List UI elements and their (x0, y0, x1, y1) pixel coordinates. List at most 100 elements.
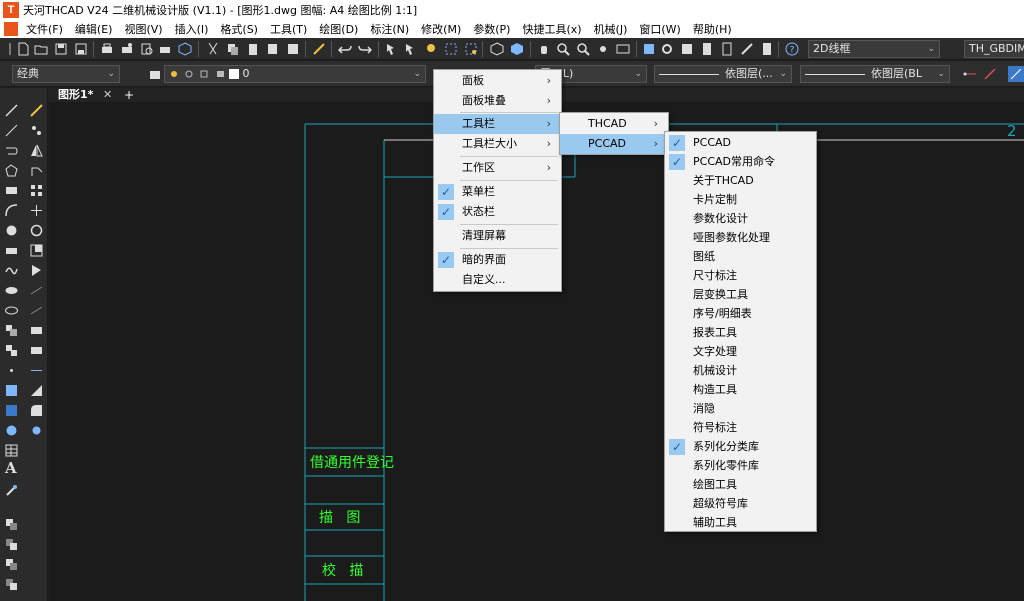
construction-line-icon[interactable] (5, 124, 18, 137)
dim-line-icon[interactable] (963, 67, 977, 81)
3d-print-icon[interactable] (178, 42, 192, 56)
pccad-item-common-commands[interactable]: ✓ PCCAD常用命令 (665, 152, 816, 172)
tab-drawing1[interactable]: 图形1* (58, 88, 93, 102)
point-icon[interactable] (5, 364, 18, 377)
menu-tools[interactable]: 工具(T) (264, 21, 313, 37)
zoom-window-icon[interactable] (576, 42, 590, 56)
menu-item-statusbar[interactable]: ✓ 状态栏 (434, 202, 561, 222)
pccad-item-dumb-parametric[interactable]: 哑图参数化处理 (665, 228, 816, 248)
pccad-item-card-custom[interactable]: 卡片定制 (665, 190, 816, 210)
arc-icon[interactable] (5, 204, 18, 217)
pccad-item-report-tools[interactable]: 报表工具 (665, 323, 816, 343)
mirror-icon[interactable] (30, 144, 43, 157)
menu-item-panel-stacking[interactable]: 面板堆叠 › (434, 91, 561, 111)
menu-item-workspace[interactable]: 工作区 › (434, 158, 561, 178)
close-tab-icon[interactable]: ✕ (103, 88, 112, 102)
make-block-icon[interactable] (5, 344, 18, 357)
paste-icon[interactable] (246, 42, 260, 56)
menu-item-dark-theme[interactable]: ✓ 暗的界面 (434, 250, 561, 270)
properties-icon[interactable] (642, 42, 656, 56)
revision-cloud-icon[interactable] (5, 244, 18, 257)
send-back-icon[interactable] (5, 558, 18, 571)
pccad-item-pccad[interactable]: ✓ PCCAD (665, 133, 816, 153)
rotate-icon[interactable] (30, 224, 43, 237)
pccad-item-drawing[interactable]: 图纸 (665, 247, 816, 267)
rectangle-icon[interactable] (5, 184, 18, 197)
offset-icon[interactable] (30, 164, 43, 177)
linetype-combo[interactable]: 依图层(... ⌄ (654, 65, 792, 83)
menu-item-menubar[interactable]: ✓ 菜单栏 (434, 182, 561, 202)
open-folder-icon[interactable] (34, 42, 48, 56)
plot-icon[interactable] (120, 42, 134, 56)
named-views-icon[interactable] (616, 42, 630, 56)
diagonal-line-icon[interactable] (983, 67, 997, 81)
chamfer-icon[interactable] (30, 384, 43, 397)
pccad-item-super-symbols[interactable]: 超级符号库 (665, 494, 816, 514)
copy-with-base-icon[interactable] (266, 42, 280, 56)
print-preview-icon[interactable] (140, 42, 154, 56)
hatch-icon[interactable] (5, 384, 18, 397)
tool-palette-icon[interactable] (700, 42, 714, 56)
pccad-item-aux-tools[interactable]: 辅助工具 (665, 513, 816, 533)
explode-icon[interactable] (30, 424, 43, 437)
calculator-icon[interactable] (760, 42, 774, 56)
workspace-combo[interactable]: 经典 ⌄ (12, 65, 120, 83)
sheet-set-icon[interactable] (720, 42, 734, 56)
ellipse-arc-icon[interactable] (5, 304, 18, 317)
polygon-icon[interactable] (5, 164, 18, 177)
eyedropper-icon[interactable] (5, 484, 18, 497)
table-icon[interactable] (5, 444, 18, 457)
select-icon[interactable] (385, 42, 399, 56)
menu-modify[interactable]: 修改(M) (415, 21, 467, 37)
menu-draw[interactable]: 绘图(D) (313, 21, 364, 37)
3d-view-icon[interactable] (510, 42, 524, 56)
save-as-icon[interactable] (74, 42, 88, 56)
bring-front-icon[interactable] (5, 538, 18, 551)
menu-file[interactable]: 文件(F) (20, 21, 69, 37)
gear-icon[interactable] (660, 42, 674, 56)
layer-manager-icon[interactable] (148, 67, 162, 81)
region-icon[interactable] (5, 424, 18, 437)
text-tool-icon[interactable]: A (5, 460, 21, 476)
pccad-item-about[interactable]: 关于THCAD (665, 171, 816, 191)
zoom-realtime-icon[interactable] (556, 42, 570, 56)
pan-hand-icon[interactable] (537, 42, 551, 56)
pccad-item-layer-tools[interactable]: 层变换工具 (665, 285, 816, 305)
break-at-point-icon[interactable] (30, 364, 43, 377)
pccad-item-text[interactable]: 文字处理 (665, 342, 816, 362)
line-icon[interactable] (5, 104, 18, 117)
markup-icon[interactable] (740, 42, 754, 56)
insert-block-icon[interactable] (5, 324, 18, 337)
paste-block-icon[interactable] (286, 42, 300, 56)
trim-icon[interactable] (30, 284, 43, 297)
array-icon[interactable] (30, 184, 43, 197)
spline-icon[interactable] (5, 264, 18, 277)
help-icon[interactable]: ? (785, 42, 799, 56)
menu-help[interactable]: 帮助(H) (687, 21, 738, 37)
scale-icon[interactable] (30, 244, 43, 257)
menu-item-thcad[interactable]: THCAD › (560, 114, 668, 134)
snap-grid-icon[interactable] (444, 42, 458, 56)
menu-format[interactable]: 格式(S) (214, 21, 264, 37)
menu-item-panels[interactable]: 面板 › (434, 71, 561, 91)
menu-item-toolbar-size[interactable]: 工具栏大小 › (434, 134, 561, 154)
pccad-item-symbols[interactable]: 符号标注 (665, 418, 816, 438)
pccad-item-mech-design[interactable]: 机械设计 (665, 361, 816, 381)
pccad-item-bom[interactable]: 序号/明细表 (665, 304, 816, 324)
menu-item-customize[interactable]: 自定义... (434, 270, 561, 290)
save-icon[interactable] (54, 42, 68, 56)
stretch-icon[interactable] (30, 264, 43, 277)
pccad-item-series-parts[interactable]: 系列化零件库 (665, 456, 816, 476)
polyline-icon[interactable] (5, 144, 18, 157)
menu-view[interactable]: 视图(V) (118, 21, 168, 37)
menu-insert[interactable]: 插入(I) (169, 21, 215, 37)
design-center-icon[interactable] (680, 42, 694, 56)
brush-icon[interactable] (30, 104, 43, 117)
extend-icon[interactable] (30, 304, 43, 317)
pccad-item-dimension[interactable]: 尺寸标注 (665, 266, 816, 286)
break-icon[interactable] (30, 324, 43, 337)
undo-icon[interactable] (338, 42, 352, 56)
redo-icon[interactable] (358, 42, 372, 56)
menu-quick-tools[interactable]: 快捷工具(x) (516, 21, 587, 37)
pccad-item-hide[interactable]: 消隐 (665, 399, 816, 419)
